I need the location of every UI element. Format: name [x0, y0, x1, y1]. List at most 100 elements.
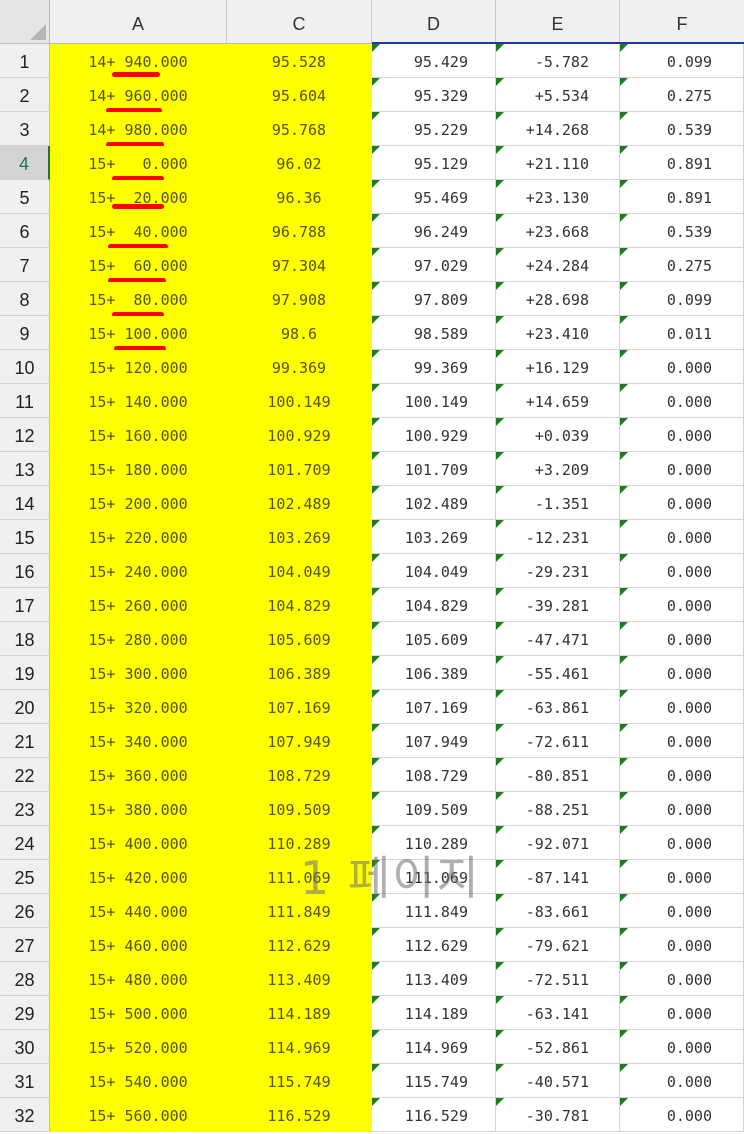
- cell-e[interactable]: +23.410: [496, 316, 620, 350]
- cell-e[interactable]: -12.231: [496, 520, 620, 554]
- error-indicator-triangle-icon[interactable]: [620, 44, 628, 52]
- error-indicator-triangle-icon[interactable]: [496, 1030, 504, 1038]
- error-indicator-triangle-icon[interactable]: [496, 248, 504, 256]
- error-indicator-triangle-icon[interactable]: [372, 146, 380, 154]
- error-indicator-triangle-icon[interactable]: [372, 622, 380, 630]
- error-indicator-triangle-icon[interactable]: [372, 316, 380, 324]
- row-header[interactable]: 29: [0, 996, 50, 1030]
- cell-a[interactable]: 15+ 360.000: [50, 758, 227, 792]
- cell-a[interactable]: 15+ 400.000: [50, 826, 227, 860]
- error-indicator-triangle-icon[interactable]: [620, 384, 628, 392]
- cell-c[interactable]: 112.629: [227, 928, 372, 962]
- error-indicator-triangle-icon[interactable]: [620, 214, 628, 222]
- cell-f[interactable]: 0.000: [620, 384, 744, 418]
- cell-f[interactable]: 0.000: [620, 724, 744, 758]
- error-indicator-triangle-icon[interactable]: [372, 826, 380, 834]
- error-indicator-triangle-icon[interactable]: [496, 350, 504, 358]
- cell-e[interactable]: -30.781: [496, 1098, 620, 1132]
- error-indicator-triangle-icon[interactable]: [496, 112, 504, 120]
- error-indicator-triangle-icon[interactable]: [372, 248, 380, 256]
- error-indicator-triangle-icon[interactable]: [372, 1030, 380, 1038]
- cell-f[interactable]: 0.000: [620, 690, 744, 724]
- error-indicator-triangle-icon[interactable]: [620, 996, 628, 1004]
- cell-d[interactable]: 105.609: [372, 622, 496, 656]
- row-header[interactable]: 15: [0, 520, 50, 554]
- cell-d[interactable]: 102.489: [372, 486, 496, 520]
- cell-c[interactable]: 108.729: [227, 758, 372, 792]
- cell-d[interactable]: 106.389: [372, 656, 496, 690]
- error-indicator-triangle-icon[interactable]: [496, 486, 504, 494]
- cell-e[interactable]: -63.141: [496, 996, 620, 1030]
- error-indicator-triangle-icon[interactable]: [620, 180, 628, 188]
- error-indicator-triangle-icon[interactable]: [496, 282, 504, 290]
- cell-e[interactable]: -63.861: [496, 690, 620, 724]
- cell-c[interactable]: 116.529: [227, 1098, 372, 1132]
- error-indicator-triangle-icon[interactable]: [496, 656, 504, 664]
- error-indicator-triangle-icon[interactable]: [620, 622, 628, 630]
- error-indicator-triangle-icon[interactable]: [496, 826, 504, 834]
- error-indicator-triangle-icon[interactable]: [620, 78, 628, 86]
- cell-e[interactable]: +23.130: [496, 180, 620, 214]
- row-header[interactable]: 5: [0, 180, 50, 214]
- row-header[interactable]: 31: [0, 1064, 50, 1098]
- error-indicator-triangle-icon[interactable]: [496, 452, 504, 460]
- error-indicator-triangle-icon[interactable]: [620, 520, 628, 528]
- cell-e[interactable]: -29.231: [496, 554, 620, 588]
- cell-e[interactable]: -79.621: [496, 928, 620, 962]
- cell-f[interactable]: 0.000: [620, 486, 744, 520]
- error-indicator-triangle-icon[interactable]: [372, 1098, 380, 1106]
- cell-c[interactable]: 103.269: [227, 520, 372, 554]
- cell-c[interactable]: 101.709: [227, 452, 372, 486]
- cell-e[interactable]: +16.129: [496, 350, 620, 384]
- cell-d[interactable]: 95.129: [372, 146, 496, 180]
- row-header[interactable]: 7: [0, 248, 50, 282]
- error-indicator-triangle-icon[interactable]: [496, 180, 504, 188]
- cell-f[interactable]: 0.099: [620, 44, 744, 78]
- row-header[interactable]: 8: [0, 282, 50, 316]
- cell-d[interactable]: 98.589: [372, 316, 496, 350]
- row-header[interactable]: 19: [0, 656, 50, 690]
- row-header[interactable]: 26: [0, 894, 50, 928]
- cell-e[interactable]: +5.534: [496, 78, 620, 112]
- cell-d[interactable]: 97.809: [372, 282, 496, 316]
- cell-c[interactable]: 97.304: [227, 248, 372, 282]
- error-indicator-triangle-icon[interactable]: [496, 758, 504, 766]
- column-header-e[interactable]: E: [496, 0, 620, 43]
- error-indicator-triangle-icon[interactable]: [496, 554, 504, 562]
- cell-f[interactable]: 0.539: [620, 112, 744, 146]
- cell-a[interactable]: 15+ 300.000: [50, 656, 227, 690]
- error-indicator-triangle-icon[interactable]: [620, 486, 628, 494]
- cell-f[interactable]: 0.000: [620, 1098, 744, 1132]
- error-indicator-triangle-icon[interactable]: [372, 180, 380, 188]
- error-indicator-triangle-icon[interactable]: [372, 112, 380, 120]
- error-indicator-triangle-icon[interactable]: [372, 384, 380, 392]
- cell-d[interactable]: 104.049: [372, 554, 496, 588]
- cell-d[interactable]: 114.969: [372, 1030, 496, 1064]
- cell-a[interactable]: 15+ 160.000: [50, 418, 227, 452]
- error-indicator-triangle-icon[interactable]: [496, 316, 504, 324]
- error-indicator-triangle-icon[interactable]: [620, 350, 628, 358]
- error-indicator-triangle-icon[interactable]: [620, 282, 628, 290]
- error-indicator-triangle-icon[interactable]: [372, 996, 380, 1004]
- cell-a[interactable]: 15+ 200.000: [50, 486, 227, 520]
- error-indicator-triangle-icon[interactable]: [496, 146, 504, 154]
- cell-c[interactable]: 95.528: [227, 44, 372, 78]
- cell-e[interactable]: +28.698: [496, 282, 620, 316]
- cell-e[interactable]: -55.461: [496, 656, 620, 690]
- cell-e[interactable]: +0.039: [496, 418, 620, 452]
- row-header[interactable]: 2: [0, 78, 50, 112]
- cell-a[interactable]: 15+ 340.000: [50, 724, 227, 758]
- error-indicator-triangle-icon[interactable]: [620, 554, 628, 562]
- cell-e[interactable]: -92.071: [496, 826, 620, 860]
- cell-f[interactable]: 0.000: [620, 792, 744, 826]
- cell-c[interactable]: 107.169: [227, 690, 372, 724]
- cell-f[interactable]: 0.539: [620, 214, 744, 248]
- row-header[interactable]: 11: [0, 384, 50, 418]
- error-indicator-triangle-icon[interactable]: [620, 1064, 628, 1072]
- error-indicator-triangle-icon[interactable]: [496, 792, 504, 800]
- error-indicator-triangle-icon[interactable]: [496, 1098, 504, 1106]
- cell-c[interactable]: 104.049: [227, 554, 372, 588]
- cell-c[interactable]: 107.949: [227, 724, 372, 758]
- cell-f[interactable]: 0.000: [620, 452, 744, 486]
- cell-f[interactable]: 0.891: [620, 180, 744, 214]
